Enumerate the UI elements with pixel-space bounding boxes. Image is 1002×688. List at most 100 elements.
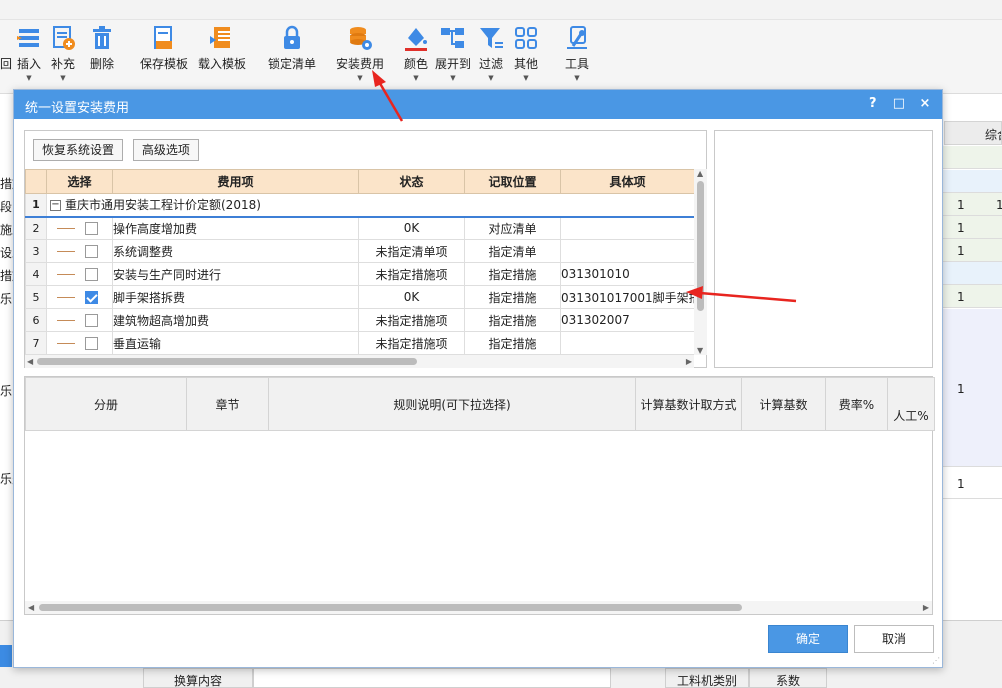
background-value: 1 [957,221,965,235]
column-header-fee-item[interactable]: 费用项 [112,169,359,194]
ok-button[interactable]: 确定 [768,625,848,653]
table-row[interactable]: 2 操作高度增加费 0K 对应清单 [25,216,694,240]
background-row [943,193,1002,216]
detail-cell[interactable] [560,216,694,240]
bottom-tab-active[interactable] [0,645,12,667]
scroll-down-icon[interactable]: ▼ [697,346,703,355]
tree-line [57,297,75,298]
scroll-right-icon[interactable]: ▶ [923,603,929,612]
toolbar-filter-button[interactable]: 过滤 ▼ [476,24,506,84]
row-checkbox[interactable] [85,268,98,281]
column-header-status[interactable]: 状态 [358,169,465,194]
scroll-left-icon[interactable]: ◀ [27,357,33,366]
horizontal-scrollbar[interactable]: ◀ ▶ [25,601,932,614]
background-value: 1 [957,290,965,304]
table-row[interactable]: 7 垂直运输 未指定措施项 指定措施 [25,331,694,355]
detail-cell[interactable]: 031301010 [560,262,694,286]
background-column-header: 综合 [944,121,1002,145]
column-header-base-method[interactable]: 计算基数计取方式 [635,377,742,431]
table-row[interactable]: 3 系统调整费 未指定清单项 指定清单 [25,239,694,263]
detail-cell[interactable] [560,331,694,355]
column-header-chapter[interactable]: 章节 [186,377,269,431]
collapse-icon[interactable]: − [50,200,61,212]
scroll-thumb[interactable] [39,604,742,611]
close-icon[interactable]: × [914,95,936,113]
scroll-up-icon[interactable]: ▲ [697,169,703,178]
toolbar-lock-list-button[interactable]: 锁定清单 [266,24,318,84]
status-cell: 未指定清单项 [358,239,465,263]
chevron-down-icon: ▼ [450,74,456,82]
column-header-rule[interactable]: 规则说明(可下拉选择) [268,377,636,431]
location-cell[interactable]: 指定清单 [464,239,561,263]
table-row[interactable]: 4 安装与生产同时进行 未指定措施项 指定措施 031301010 [25,262,694,286]
vertical-scrollbar[interactable]: ▲ ▼ [694,169,707,355]
detail-cell[interactable]: 031302007 [560,308,694,332]
status-cell: 未指定措施项 [358,308,465,332]
background-row [943,216,1002,239]
row-number: 4 [25,262,47,286]
bottom-header-blank [253,668,611,688]
column-header-rate[interactable]: 费率% [825,377,888,431]
detail-cell[interactable] [560,239,694,263]
column-header-volume[interactable]: 分册 [25,377,187,431]
toolbar-delete-button[interactable]: 删除 [86,24,118,84]
toolbar-load-template-button[interactable]: 载入模板 [196,24,248,84]
toolbar-tools-button[interactable]: 工具 ▼ [562,24,592,84]
background-value: 1 [957,198,965,212]
location-cell[interactable]: 指定措施 [464,262,561,286]
cancel-button[interactable]: 取消 [854,625,934,653]
advanced-options-button[interactable]: 高级选项 [132,139,199,161]
location-cell[interactable]: 指定措施 [464,285,561,309]
table-row[interactable]: 5 脚手架搭拆费 0K 指定措施 031301017001脚手架搭拆 [25,285,694,309]
toolbar-install-fee-button[interactable]: 安装费用 ▼ [334,24,386,84]
column-header-labor[interactable]: 人工% [887,377,935,431]
scroll-thumb[interactable] [697,181,704,311]
toolbar-other-button[interactable]: 其他 ▼ [511,24,541,84]
scroll-right-icon[interactable]: ▶ [686,357,692,366]
install-fee-dialog: 统一设置安装费用 ? □ × 恢复系统设置 高级选项 选择 费用项 状态 记取位… [13,89,943,668]
select-cell [46,285,113,309]
table-row[interactable]: 6 建筑物超高增加费 未指定措施项 指定措施 031302007 [25,308,694,332]
resize-grip-icon[interactable]: ⋰ [932,656,940,665]
toolbar-supplement-button[interactable]: 补充 ▼ [48,24,78,84]
detail-cell[interactable]: 031301017001脚手架搭拆 [560,285,694,309]
location-cell[interactable]: 指定措施 [464,331,561,355]
row-checkbox[interactable] [85,337,98,350]
background-value: 1 [957,382,965,396]
location-cell[interactable]: 指定措施 [464,308,561,332]
scroll-left-icon[interactable]: ◀ [28,603,34,612]
column-header-select[interactable]: 选择 [46,169,113,194]
location-cell[interactable]: 对应清单 [464,216,561,240]
fee-item-cell: 脚手架搭拆费 [112,285,359,309]
column-header-base[interactable]: 计算基数 [741,377,826,431]
background-row [943,467,1002,499]
background-row-fragment: 设工 [0,246,13,260]
load-template-icon [208,24,236,52]
row-checkbox[interactable] [85,245,98,258]
restore-settings-button[interactable]: 恢复系统设置 [33,139,124,161]
scroll-thumb[interactable] [37,358,417,365]
toolbar-expand-to-button[interactable]: 展开到 ▼ [434,24,472,84]
maximize-icon[interactable]: □ [888,95,910,113]
background-row-fragment: 乐 [0,384,13,398]
table-row-group[interactable]: 1 − 重庆市通用安装工程计价定额(2018) [25,193,694,218]
toolbar-save-template-button[interactable]: 保存模板 [138,24,190,84]
rules-table: 分册 章节 规则说明(可下拉选择) 计算基数计取方式 计算基数 费率% 人工% [25,377,935,431]
background-row [943,146,1002,169]
row-number: 6 [25,308,47,332]
help-icon[interactable]: ? [862,95,884,113]
row-checkbox[interactable] [85,314,98,327]
row-checkbox-checked[interactable] [85,291,98,304]
dialog-titlebar[interactable]: 统一设置安装费用 ? □ × [14,90,942,119]
horizontal-scrollbar[interactable]: ◀ ▶ [25,355,694,368]
group-name: 重庆市通用安装工程计价定额(2018) [65,198,261,213]
column-header-detail[interactable]: 具体项 [560,169,694,194]
row-checkbox[interactable] [85,222,98,236]
column-header-location[interactable]: 记取位置 [464,169,561,194]
paint-bucket-icon [402,24,430,52]
toolbar-insert-button[interactable]: 插入 ▼ [14,24,44,84]
tree-expand-icon [439,24,467,52]
row-number: 5 [25,285,47,309]
toolbar-partial-button[interactable]: 回 [0,24,14,84]
toolbar-color-button[interactable]: 颜色 ▼ [401,24,431,84]
